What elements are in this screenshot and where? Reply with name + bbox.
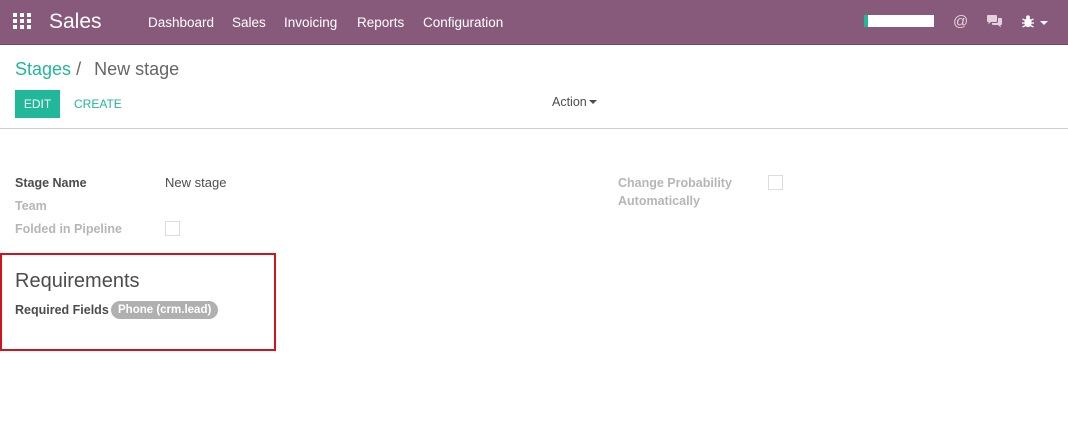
- folded-in-pipeline-checkbox[interactable]: [165, 221, 180, 236]
- menu-item-invoicing[interactable]: Invoicing: [284, 14, 337, 31]
- action-dropdown-label: Action: [552, 95, 587, 109]
- change-probability-label: Change Probability: [618, 176, 732, 190]
- app-title: Sales: [49, 10, 102, 33]
- create-button[interactable]: CREATE: [74, 96, 122, 112]
- menu-item-sales[interactable]: Sales: [232, 14, 266, 31]
- change-probability-checkbox[interactable]: [768, 175, 783, 190]
- breadcrumb-current: New stage: [94, 59, 180, 79]
- edit-button[interactable]: EDIT: [15, 90, 60, 118]
- stage-name-value: New stage: [165, 175, 227, 190]
- chat-icon[interactable]: [986, 14, 1003, 29]
- breadcrumb-stages-link[interactable]: Stages: [15, 59, 71, 79]
- menu-item-reports[interactable]: Reports: [357, 14, 404, 31]
- folded-in-pipeline-label: Folded in Pipeline: [15, 222, 122, 236]
- top-navbar: Sales Dashboard Sales Invoicing Reports …: [0, 0, 1068, 45]
- required-fields-label: Required Fields: [15, 303, 109, 317]
- breadcrumb: Stages / New stage: [15, 58, 179, 80]
- breadcrumb-separator: /: [76, 59, 82, 79]
- mentions-icon[interactable]: @: [953, 12, 968, 31]
- team-label: Team: [15, 199, 47, 213]
- action-dropdown[interactable]: Action: [552, 94, 597, 110]
- menu-item-dashboard[interactable]: Dashboard: [148, 14, 214, 31]
- onboarding-progress-bar[interactable]: [864, 15, 934, 27]
- requirements-section-title: Requirements: [15, 270, 140, 292]
- control-panel-divider: [0, 128, 1068, 129]
- stage-name-label: Stage Name: [15, 176, 87, 190]
- menu-item-configuration[interactable]: Configuration: [423, 14, 503, 31]
- required-field-tag[interactable]: Phone (crm.lead): [111, 301, 219, 319]
- apps-grid-icon[interactable]: [13, 13, 31, 29]
- progress-fill: [864, 15, 868, 27]
- debug-bug-icon[interactable]: [1021, 13, 1049, 31]
- change-probability-label-line2: Automatically: [618, 194, 700, 208]
- caret-down-icon: [588, 100, 597, 104]
